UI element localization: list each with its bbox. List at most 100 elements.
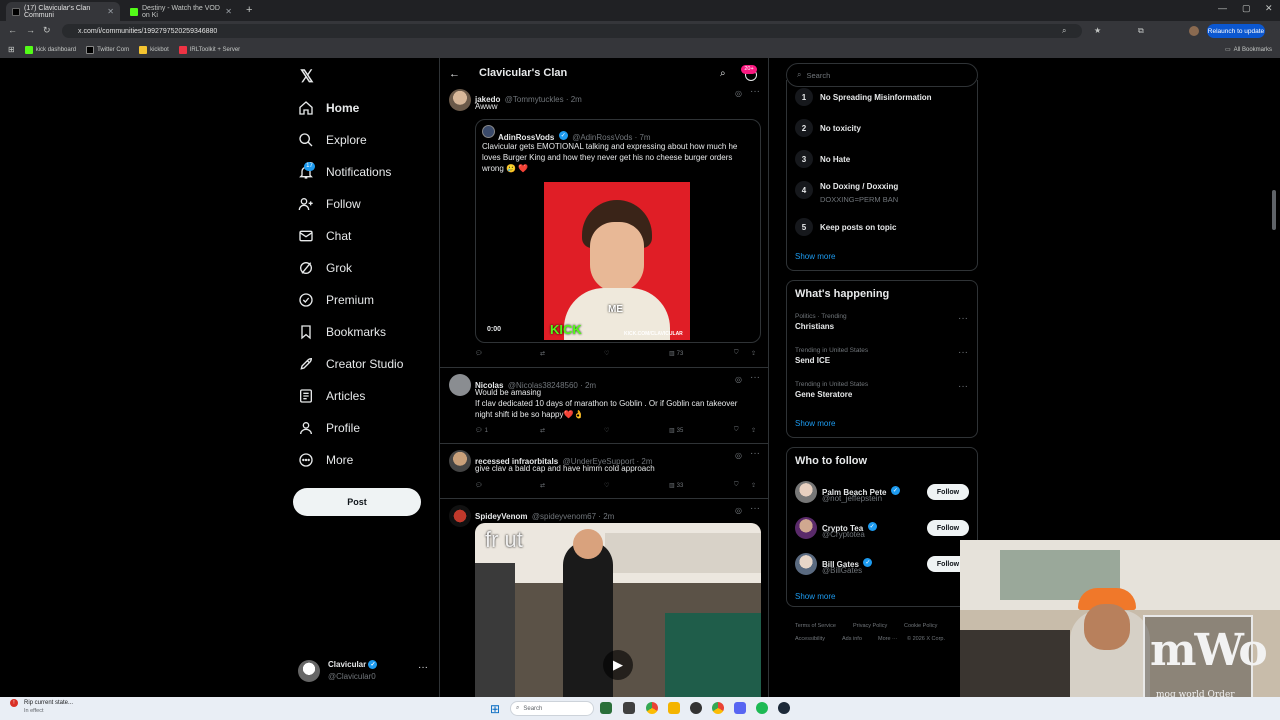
repost-button[interactable]: ⇄ [540, 427, 545, 434]
maximize-icon[interactable]: ▢ [1242, 3, 1251, 14]
trend-more-icon[interactable]: ··· [958, 347, 968, 358]
reload-icon[interactable]: ↻ [43, 25, 51, 36]
post-more-icon[interactable]: ··· [750, 86, 760, 97]
follow-button[interactable]: Follow [927, 520, 969, 536]
reply-button[interactable]: 💬︎ [475, 350, 483, 357]
spotify-icon[interactable] [756, 702, 768, 714]
close-tab-icon[interactable]: ✕ [107, 7, 114, 16]
avatar[interactable] [449, 374, 471, 396]
nav-more[interactable]: More [298, 446, 353, 474]
x-logo-icon[interactable]: 𝕏 [300, 67, 314, 87]
community-search-icon[interactable]: ⌕ [720, 68, 726, 79]
extensions-icon[interactable]: ⧉ [1138, 26, 1144, 36]
views-button[interactable]: ▥ 35 [669, 427, 683, 435]
url-field[interactable]: x.com/i/communities/1992797520259346880 [62, 24, 1082, 38]
post-author-name[interactable]: SpideyVenom [475, 512, 527, 521]
like-button[interactable]: ♡ [604, 350, 609, 357]
grok-post-icon[interactable]: ◎ [735, 506, 742, 515]
back-icon[interactable]: ← [8, 25, 17, 35]
post-more-icon[interactable]: ··· [750, 448, 760, 459]
zoom-icon[interactable]: ⌕ [1062, 26, 1066, 36]
nav-home[interactable]: Home [298, 94, 359, 122]
apps-icon[interactable]: ⊞ [8, 45, 15, 54]
page-scrollbar[interactable] [1272, 190, 1276, 230]
obs-icon[interactable] [690, 702, 702, 714]
trend-item[interactable]: Politics · Trending Christians [795, 313, 847, 331]
nav-profile[interactable]: Profile [298, 414, 360, 442]
bookmark-post-button[interactable]: ⛉ [734, 482, 739, 489]
share-button[interactable]: ⇪ [751, 350, 756, 357]
grok-post-icon[interactable]: ◎ [735, 375, 742, 384]
trend-item[interactable]: Trending in United States Gene Steratore [795, 381, 868, 399]
back-arrow-icon[interactable]: ← [449, 68, 460, 80]
account-switcher[interactable]: Clavicular ✓ @Clavicular0 ··· [298, 656, 428, 688]
rules-show-more-link[interactable]: Show more [795, 252, 835, 261]
bookmark-post-button[interactable]: ⛉ [734, 427, 739, 434]
suggested-user-avatar[interactable] [795, 481, 817, 503]
views-button[interactable]: ▥ 33 [669, 482, 683, 490]
new-tab-icon[interactable]: + [246, 4, 252, 16]
browser-profile-avatar[interactable] [1189, 26, 1199, 36]
nav-grok[interactable]: Grok [298, 254, 352, 282]
forward-icon[interactable]: → [26, 25, 35, 35]
nav-bookmarks[interactable]: Bookmarks [298, 318, 386, 346]
steam-icon[interactable] [778, 702, 790, 714]
taskbar-app-icon[interactable] [623, 702, 635, 714]
follow-button[interactable]: Follow [927, 484, 969, 500]
bookmark-post-button[interactable]: ⛉ [734, 350, 739, 357]
nav-premium[interactable]: Premium [298, 286, 374, 314]
suggested-user-avatar[interactable] [795, 517, 817, 539]
footer-link-terms[interactable]: Terms of Service [795, 623, 836, 629]
relaunch-button[interactable]: Relaunch to update [1207, 24, 1265, 38]
like-button[interactable]: ♡ [604, 482, 609, 489]
post-video[interactable]: fr ut ▶ [475, 523, 761, 697]
post-more-icon[interactable]: ··· [750, 372, 760, 383]
repost-button[interactable]: ⇄ [540, 482, 545, 489]
weather-alert-icon[interactable]: ! [10, 699, 18, 707]
nav-creator-studio[interactable]: Creator Studio [298, 350, 403, 378]
nav-articles[interactable]: Articles [298, 382, 365, 410]
who-to-follow-show-more-link[interactable]: Show more [795, 592, 835, 601]
minimize-icon[interactable]: — [1218, 3, 1227, 13]
browser-tab[interactable]: Destiny - Watch the VOD on Ki ✕ [124, 2, 238, 21]
share-button[interactable]: ⇪ [751, 482, 756, 489]
taskbar-app-icon[interactable] [600, 702, 612, 714]
footer-link-cookie[interactable]: Cookie Policy [904, 623, 937, 629]
suggested-user-avatar[interactable] [795, 553, 817, 575]
footer-link-accessibility[interactable]: Accessibility [795, 636, 825, 642]
grok-post-icon[interactable]: ◎ [735, 89, 742, 98]
trends-show-more-link[interactable]: Show more [795, 419, 835, 428]
avatar[interactable] [449, 89, 471, 111]
post-button[interactable]: Post [293, 488, 421, 516]
browser-tab-active[interactable]: (17) Clavicular's Clan Communi ✕ [6, 2, 120, 21]
avatar[interactable] [449, 505, 471, 527]
avatar[interactable] [449, 450, 471, 472]
grok-post-icon[interactable]: ◎ [735, 451, 742, 460]
trend-item[interactable]: Trending in United States Send ICE [795, 347, 868, 365]
bookmark-item[interactable]: kickbot [139, 45, 169, 54]
all-bookmarks[interactable]: ▭ All Bookmarks [1225, 46, 1272, 54]
taskbar-search[interactable]: ⌕ Search [510, 701, 594, 716]
file-explorer-icon[interactable] [668, 702, 680, 714]
quote-video[interactable]: ME KICK KICK.COM/CLAVICULAR [544, 182, 690, 340]
like-button[interactable]: ♡ [604, 427, 609, 434]
chrome-icon[interactable] [712, 702, 724, 714]
nav-follow[interactable]: Follow [298, 190, 361, 218]
windows-start-icon[interactable]: ⊞ [490, 702, 500, 716]
bookmark-item[interactable]: kick dashboard [24, 45, 76, 54]
play-icon[interactable]: ▶ [603, 650, 633, 680]
reply-button[interactable]: 💬︎ [475, 482, 483, 489]
post-more-icon[interactable]: ··· [750, 503, 760, 514]
footer-link-more[interactable]: More ··· [878, 636, 898, 642]
footer-link-ads-info[interactable]: Ads info [842, 636, 862, 642]
close-window-icon[interactable]: ✕ [1265, 3, 1273, 14]
repost-button[interactable]: ⇄ [540, 350, 545, 357]
reply-button[interactable]: 💬︎ 1 [475, 427, 488, 435]
chrome-icon[interactable] [646, 702, 658, 714]
bookmark-item[interactable]: Twitter Com [86, 45, 129, 54]
views-button[interactable]: ▥ 73 [669, 350, 683, 358]
discord-icon[interactable] [734, 702, 746, 714]
footer-link-privacy[interactable]: Privacy Policy [853, 623, 887, 629]
share-button[interactable]: ⇪ [751, 427, 756, 434]
trend-more-icon[interactable]: ··· [958, 313, 968, 324]
